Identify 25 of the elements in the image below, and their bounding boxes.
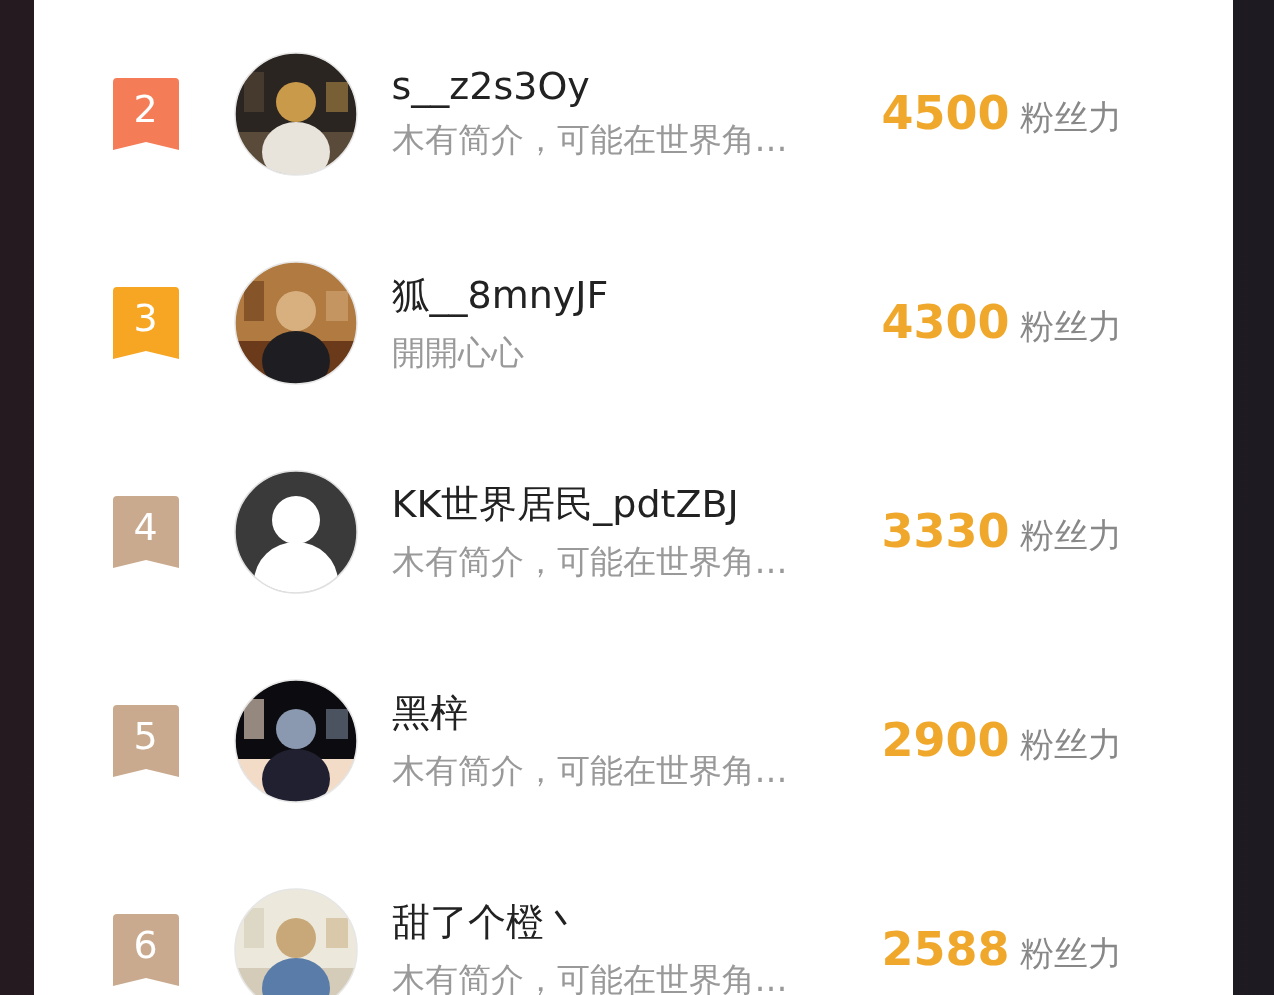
fan-score: 2900 bbox=[881, 713, 1010, 767]
user-bio: 開開心心 bbox=[391, 331, 525, 374]
rank-number: 6 bbox=[132, 925, 159, 965]
user-name: 黑梓 bbox=[391, 689, 469, 737]
user-bio: 木有简介，可能在世界角… bbox=[391, 958, 789, 995]
score-unit: 粉丝力 bbox=[1019, 514, 1122, 557]
user-name: s__z2s3Oy bbox=[391, 64, 591, 108]
fan-score: 4500 bbox=[881, 86, 1010, 140]
user-name: 狐__8mnyJF bbox=[391, 271, 610, 319]
rank-number: 4 bbox=[132, 507, 159, 547]
score-unit: 粉丝力 bbox=[1019, 305, 1122, 348]
rank-number: 5 bbox=[132, 716, 159, 756]
rank-number: 3 bbox=[132, 298, 159, 338]
user-bio: 木有简介，可能在世界角… bbox=[391, 749, 789, 792]
fan-score: 4300 bbox=[881, 295, 1010, 349]
score-unit: 粉丝力 bbox=[1019, 932, 1122, 975]
fan-score: 2588 bbox=[881, 922, 1010, 976]
fan-score: 3330 bbox=[881, 504, 1010, 558]
user-bio: 木有简介，可能在世界角… bbox=[391, 119, 789, 161]
user-name: KK世界居民_pdtZBJ bbox=[391, 480, 740, 528]
score-unit: 粉丝力 bbox=[1019, 723, 1122, 766]
user-bio: 木有简介，可能在世界角… bbox=[391, 540, 789, 583]
score-unit: 粉丝力 bbox=[1019, 96, 1122, 139]
rank-number: 2 bbox=[132, 89, 159, 129]
user-name: 甜了个橙丶 bbox=[391, 898, 583, 946]
